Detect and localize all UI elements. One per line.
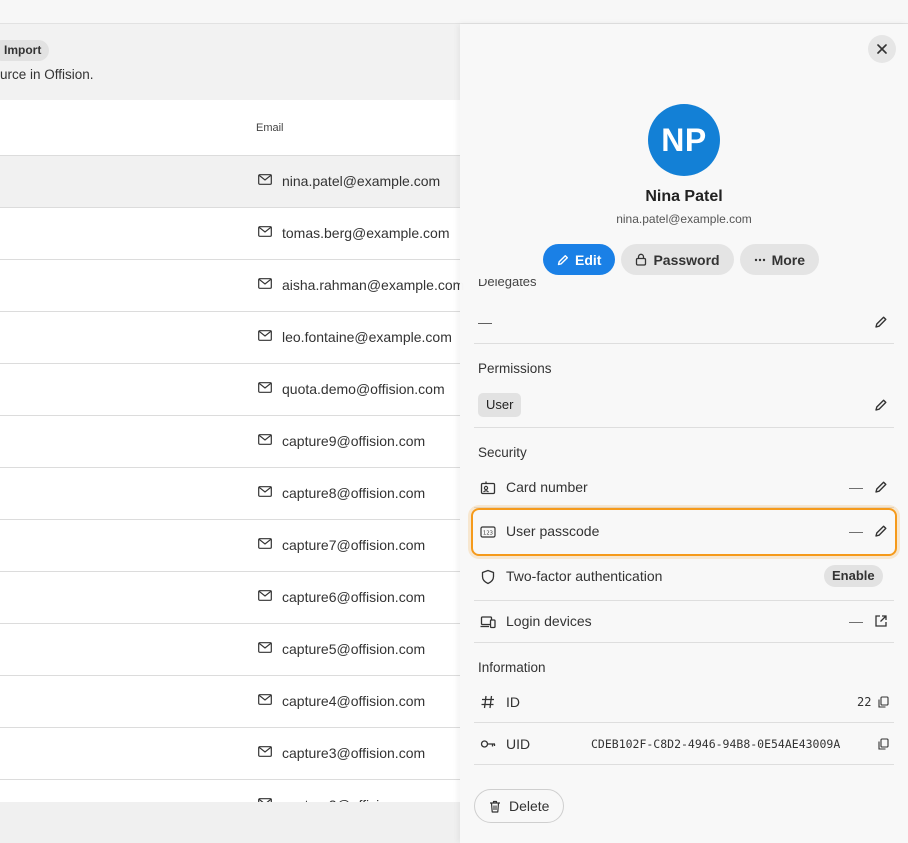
- passcode-icon: 123: [480, 526, 496, 538]
- uid-label: UID: [506, 736, 531, 752]
- top-bar: [0, 0, 908, 24]
- user-passcode-value: —: [849, 523, 863, 539]
- mail-icon: [258, 226, 272, 237]
- edit-delegates-pencil-icon[interactable]: [874, 315, 888, 329]
- delete-label: Delete: [509, 798, 550, 814]
- action-buttons: Edit Password More: [543, 244, 820, 275]
- two-factor-label: Two-factor authentication: [506, 568, 663, 584]
- pencil-icon: [557, 254, 568, 265]
- close-panel-button[interactable]: [868, 35, 896, 63]
- user-name: Nina Patel: [645, 188, 723, 205]
- id-value: 22: [857, 695, 872, 709]
- password-button[interactable]: Password: [621, 244, 734, 275]
- id-label: ID: [506, 694, 520, 710]
- column-header-email[interactable]: Email: [256, 122, 284, 134]
- copy-id-icon[interactable]: [878, 696, 889, 708]
- devices-icon: [480, 616, 496, 629]
- user-email: nina.patel@example.com: [616, 212, 752, 226]
- delegates-row: —: [474, 302, 894, 344]
- security-title: Security: [478, 445, 527, 460]
- email-cell: aisha.rahman@example.com: [282, 277, 465, 293]
- delete-user-button[interactable]: Delete: [474, 789, 565, 823]
- external-link-icon[interactable]: [874, 614, 888, 628]
- mail-icon: [258, 486, 272, 497]
- email-cell: capture3@offision.com: [282, 745, 426, 761]
- email-cell: leo.fontaine@example.com: [282, 329, 452, 345]
- edit-permissions-pencil-icon[interactable]: [874, 398, 888, 412]
- mail-icon: [258, 434, 272, 445]
- more-button[interactable]: More: [739, 244, 820, 275]
- user-detail-panel: NP Nina Patel nina.patel@example.com Edi…: [460, 24, 908, 843]
- email-cell: capture8@offision.com: [282, 485, 426, 501]
- key-icon: [480, 740, 496, 748]
- mail-icon: [258, 278, 272, 289]
- card-number-label: Card number: [506, 479, 588, 495]
- id-card-icon: [480, 481, 496, 495]
- lock-icon: [636, 253, 647, 266]
- import-button[interactable]: Import: [0, 40, 50, 61]
- mail-icon: [258, 538, 272, 549]
- permissions-title: Permissions: [478, 361, 552, 376]
- email-cell: nina.patel@example.com: [282, 173, 441, 189]
- page-description: urce in Offision.: [0, 67, 94, 82]
- email-cell: tomas.berg@example.com: [282, 225, 450, 241]
- close-icon: [877, 44, 887, 54]
- email-cell: capture4@offision.com: [282, 693, 426, 709]
- trash-icon: [490, 800, 500, 813]
- delegates-title: Delegates: [478, 279, 537, 289]
- permissions-row: [474, 386, 894, 428]
- email-cell: quota.demo@offision.com: [282, 381, 445, 397]
- copy-uid-icon[interactable]: [878, 738, 889, 750]
- mail-icon: [258, 330, 272, 341]
- email-cell: capture7@offision.com: [282, 537, 426, 553]
- edit-button[interactable]: Edit: [543, 244, 616, 275]
- delegates-value: —: [478, 314, 492, 330]
- user-passcode-label[interactable]: User passcode: [506, 523, 599, 539]
- ellipsis-icon: [754, 258, 765, 261]
- mail-icon: [258, 590, 272, 601]
- more-label: More: [771, 251, 806, 268]
- enable-two-factor-button[interactable]: Enable: [824, 565, 883, 587]
- svg-text:123: 123: [483, 531, 493, 537]
- login-devices-label: Login devices: [506, 613, 592, 629]
- id-row: [474, 685, 894, 723]
- email-cell: capture9@offision.com: [282, 433, 426, 449]
- shield-icon: [481, 569, 495, 585]
- hash-icon: [481, 695, 494, 709]
- mail-icon: [258, 174, 272, 185]
- card-number-value: —: [849, 479, 863, 495]
- mail-icon: [258, 642, 272, 653]
- information-title: Information: [478, 660, 546, 675]
- mail-icon: [258, 382, 272, 393]
- edit-label: Edit: [575, 251, 602, 268]
- email-cell: capture5@offision.com: [282, 641, 426, 657]
- email-cell: capture6@offision.com: [282, 589, 426, 605]
- avatar: NP: [648, 104, 720, 176]
- mail-icon: [258, 746, 272, 757]
- edit-card-number-pencil-icon[interactable]: [874, 480, 888, 494]
- mail-icon: [258, 694, 272, 705]
- edit-user-passcode-pencil-icon[interactable]: [874, 524, 888, 538]
- login-devices-value: —: [849, 613, 863, 629]
- password-label: Password: [653, 251, 720, 268]
- uid-value: CDEB102F-C8D2-4946-94B8-0E54AE43009A: [591, 737, 841, 751]
